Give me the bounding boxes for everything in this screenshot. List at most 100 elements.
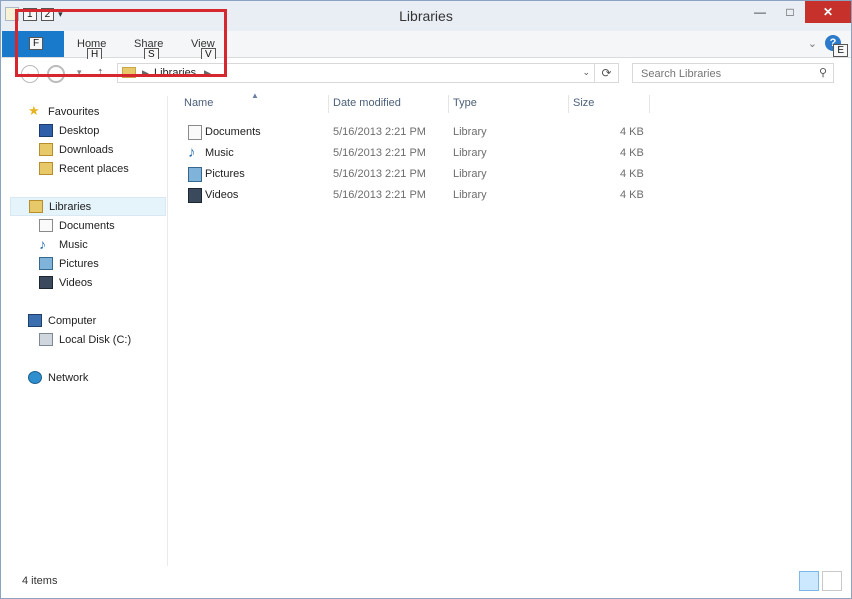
pictures-icon (39, 257, 53, 270)
star-icon: ★ (28, 103, 40, 118)
column-divider[interactable] (328, 95, 329, 113)
file-list: ▲ Name Date modified Type Size Documents… (168, 91, 851, 566)
window-title: Libraries (399, 8, 453, 24)
file-date: 5/16/2013 2:21 PM (333, 189, 426, 201)
nav-music[interactable]: ♪ Music (39, 235, 88, 254)
file-keytip: F (29, 37, 44, 50)
file-tab[interactable]: F (2, 31, 64, 57)
breadcrumb-separator-icon[interactable]: ▶ (204, 68, 211, 79)
file-type: Library (453, 126, 487, 138)
file-size: 4 KB (620, 147, 644, 159)
nav-pictures[interactable]: Pictures (39, 254, 99, 273)
column-header-name[interactable]: Name (184, 97, 213, 109)
nav-downloads[interactable]: Downloads (39, 140, 113, 159)
music-library-icon: ♪ (188, 144, 196, 161)
column-header-type[interactable]: Type (453, 97, 477, 109)
list-item[interactable]: Videos 5/16/2013 2:21 PM Library 4 KB (186, 186, 646, 206)
file-date: 5/16/2013 2:21 PM (333, 147, 426, 159)
nav-computer[interactable]: Computer (28, 311, 96, 330)
nav-documents-label: Documents (59, 219, 115, 232)
column-divider[interactable] (568, 95, 569, 113)
window-controls: — □ ✕ (745, 1, 851, 23)
column-divider[interactable] (649, 95, 650, 113)
help-keytip: E (833, 44, 848, 57)
file-name: Documents (205, 126, 261, 138)
column-header-size[interactable]: Size (573, 97, 594, 109)
search-input[interactable] (639, 66, 813, 82)
recent-locations-chevron-icon[interactable]: ▾ (77, 67, 82, 78)
nav-favourites[interactable]: ★ Favourites (28, 102, 99, 121)
tab-view[interactable]: View V (191, 38, 216, 61)
nav-recent-places[interactable]: Recent places (39, 159, 129, 178)
breadcrumb-libraries[interactable]: Libraries (154, 67, 196, 79)
recent-places-icon (39, 162, 53, 175)
title-bar: 1 2 ▾ Libraries — □ ✕ (1, 1, 851, 31)
nav-local-disk-label: Local Disk (C:) (59, 333, 132, 346)
file-type: Library (453, 189, 487, 201)
search-box[interactable]: ⚲ (632, 63, 834, 83)
videos-icon (39, 276, 53, 289)
file-name: Videos (205, 189, 239, 201)
nav-pictures-label: Pictures (59, 257, 99, 270)
nav-videos[interactable]: Videos (39, 273, 92, 292)
nav-desktop[interactable]: Desktop (39, 121, 99, 140)
ribbon-expand-icon[interactable]: ⌄ (808, 37, 817, 50)
file-date: 5/16/2013 2:21 PM (333, 126, 426, 138)
explorer-window: 1 2 ▾ Libraries — □ ✕ F Home H Share S V… (0, 0, 852, 599)
tab-home[interactable]: Home H (77, 38, 106, 61)
computer-icon (28, 314, 42, 327)
file-type: Library (453, 168, 487, 180)
maximize-button[interactable]: □ (775, 1, 805, 23)
file-type: Library (453, 147, 487, 159)
local-disk-icon (39, 333, 53, 346)
large-icons-view-button[interactable] (822, 571, 842, 591)
file-date: 5/16/2013 2:21 PM (333, 168, 426, 180)
file-name: Music (205, 147, 234, 159)
column-header-date-modified[interactable]: Date modified (333, 97, 401, 109)
sort-ascending-icon: ▲ (251, 91, 259, 100)
nav-recent-places-label: Recent places (59, 162, 129, 175)
documents-icon (39, 219, 53, 232)
nav-desktop-label: Desktop (59, 124, 100, 137)
column-divider[interactable] (448, 95, 449, 113)
ribbon: F Home H Share S View V ⌄ ? E (1, 31, 851, 61)
tab-share[interactable]: Share S (134, 38, 163, 61)
up-arrow-icon[interactable]: ↑ (97, 64, 104, 79)
downloads-icon (39, 143, 53, 156)
file-size: 4 KB (620, 189, 644, 201)
file-size: 4 KB (620, 126, 644, 138)
pictures-library-icon (188, 167, 202, 182)
list-item[interactable]: ♪ Music 5/16/2013 2:21 PM Library 4 KB (186, 144, 646, 164)
libraries-icon (29, 200, 43, 213)
file-name: Pictures (205, 168, 245, 180)
nav-libraries[interactable]: Libraries (10, 197, 166, 216)
nav-music-label: Music (59, 238, 88, 251)
refresh-button[interactable]: ⟳ (595, 63, 619, 83)
back-button[interactable]: ← (21, 65, 39, 83)
item-count: 4 items (22, 575, 58, 587)
nav-libraries-label: Libraries (49, 200, 92, 213)
search-icon[interactable]: ⚲ (819, 66, 827, 79)
network-icon (28, 371, 42, 384)
nav-network[interactable]: Network (28, 368, 88, 387)
nav-documents[interactable]: Documents (39, 216, 115, 235)
nav-downloads-label: Downloads (59, 143, 114, 156)
forward-button[interactable]: → (47, 65, 65, 83)
list-item[interactable]: Documents 5/16/2013 2:21 PM Library 4 KB (186, 123, 646, 143)
nav-computer-label: Computer (48, 314, 97, 327)
details-view-button[interactable] (799, 571, 819, 591)
list-item[interactable]: Pictures 5/16/2013 2:21 PM Library 4 KB (186, 165, 646, 185)
address-field[interactable]: ▶ Libraries ▶ ⌄ (117, 63, 595, 83)
breadcrumb-separator-icon[interactable]: ▶ (142, 68, 149, 79)
music-note-icon: ♪ (39, 236, 46, 252)
address-toolbar: ← → ▾ ↑ ▶ Libraries ▶ ⌄ ⟳ ⚲ (1, 59, 851, 89)
documents-library-icon (188, 125, 202, 140)
close-button[interactable]: ✕ (805, 1, 851, 23)
videos-library-icon (188, 188, 202, 203)
address-dropdown-icon[interactable]: ⌄ (582, 67, 590, 78)
desktop-icon (39, 124, 53, 137)
status-bar: 4 items (1, 568, 851, 598)
nav-local-disk[interactable]: Local Disk (C:) (39, 330, 131, 349)
minimize-button[interactable]: — (745, 1, 775, 23)
nav-favourites-label: Favourites (48, 105, 100, 118)
